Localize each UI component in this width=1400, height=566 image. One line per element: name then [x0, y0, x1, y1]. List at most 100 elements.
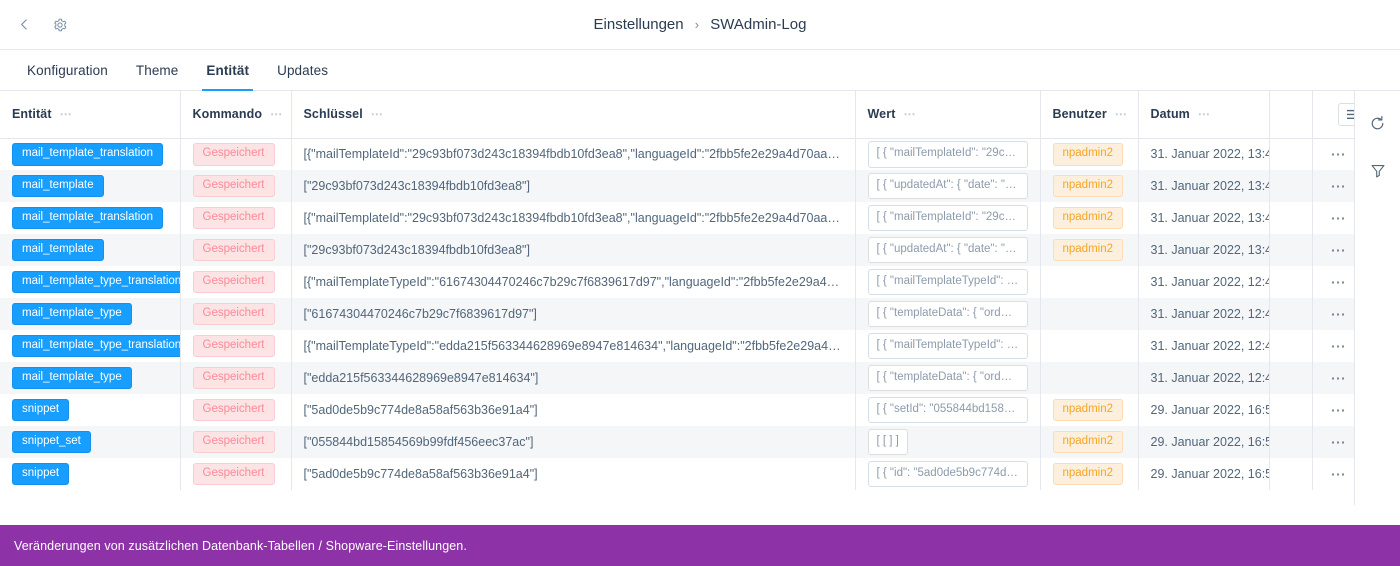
- cell-key: [{"mailTemplateTypeId":"edda215f56334462…: [291, 330, 856, 362]
- app-window: Einstellungen › SWAdmin-Log Konfiguratio…: [0, 0, 1400, 566]
- table-row[interactable]: mail_template Gespeichert ["29c93bf073d243…: [0, 170, 1354, 202]
- value-preview[interactable]: [ { "templateData": { "order": { "o…: [867, 364, 1028, 392]
- column-header-date-label: Datum: [1150, 107, 1190, 122]
- value-preview[interactable]: [ { "setId": "055844bd15854569b…: [867, 396, 1028, 424]
- column-menu-icon[interactable]: ⋯: [1198, 108, 1211, 120]
- cell-spacer: [1269, 298, 1313, 330]
- entity-badge: mail_template: [12, 238, 104, 262]
- row-context-menu-button[interactable]: ⋯: [1325, 467, 1353, 482]
- value-preview[interactable]: [ { "mailTemplateTypeId": "edda…: [867, 332, 1028, 360]
- cell-user: npadmin2: [1040, 170, 1139, 202]
- cell-date: 31. Januar 2022, 13:47: [1138, 202, 1270, 234]
- cell-date: 31. Januar 2022, 12:40: [1138, 298, 1270, 330]
- column-header-command[interactable]: Kommando ⋯: [180, 91, 292, 139]
- command-badge: Gespeichert: [192, 334, 275, 358]
- value-preview[interactable]: [ [ ] ]: [867, 428, 908, 456]
- value-preview[interactable]: [ { "templateData": { "order": { "o…: [867, 300, 1028, 328]
- table-row[interactable]: mail_template_type_translation Gespeicher…: [0, 330, 1354, 362]
- cell-date: 31. Januar 2022, 13:47: [1138, 138, 1270, 170]
- value-preview[interactable]: [ { "id": "5ad0de5b9c774de8a58…: [867, 460, 1028, 488]
- column-menu-icon[interactable]: ⋯: [1115, 108, 1128, 120]
- row-context-menu-button[interactable]: ⋯: [1325, 179, 1353, 194]
- user-badge: npadmin2: [1052, 462, 1124, 486]
- right-action-rail: [1355, 91, 1400, 505]
- entity-badge: mail_template_translation: [12, 143, 164, 166]
- cell-date: 31. Januar 2022, 13:47: [1138, 170, 1270, 202]
- row-context-menu-button[interactable]: ⋯: [1325, 403, 1353, 418]
- breadcrumb-parent[interactable]: Einstellungen: [594, 16, 684, 33]
- table-row[interactable]: snippet_set Gespeichert ["055844bd15854569…: [0, 426, 1354, 458]
- cell-actions: ⋯: [1312, 234, 1354, 266]
- table-row[interactable]: mail_template_type Gespeichert ["edda215f5…: [0, 362, 1354, 394]
- row-context-menu-button[interactable]: ⋯: [1325, 307, 1353, 322]
- cell-actions: ⋯: [1312, 362, 1354, 394]
- tab-entitaet[interactable]: Entität: [192, 50, 263, 91]
- table-row[interactable]: mail_template_translation Gespeichert [{"m…: [0, 138, 1354, 170]
- tab-theme[interactable]: Theme: [122, 50, 193, 90]
- cell-actions: ⋯: [1312, 426, 1354, 458]
- cell-spacer: [1269, 394, 1313, 426]
- cell-entity: mail_template_type_translation: [0, 330, 181, 362]
- column-menu-icon[interactable]: ⋯: [371, 108, 384, 120]
- cell-date: 31. Januar 2022, 13:47: [1138, 234, 1270, 266]
- row-context-menu-button[interactable]: ⋯: [1325, 339, 1353, 354]
- column-menu-icon[interactable]: ⋯: [60, 108, 73, 120]
- row-context-menu-button[interactable]: ⋯: [1325, 211, 1353, 226]
- tab-bar: Konfiguration Theme Entität Updates: [0, 50, 1400, 91]
- settings-button[interactable]: [46, 11, 74, 39]
- value-preview[interactable]: [ { "mailTemplateId": "29c93bf0…: [867, 204, 1028, 232]
- cell-user: npadmin2: [1040, 426, 1139, 458]
- column-header-value[interactable]: Wert ⋯: [855, 91, 1041, 139]
- row-context-menu-button[interactable]: ⋯: [1325, 435, 1353, 450]
- refresh-button[interactable]: [1365, 110, 1391, 136]
- user-badge: npadmin2: [1052, 430, 1124, 454]
- value-preview[interactable]: [ { "updatedAt": { "date": "2022-…: [867, 172, 1028, 200]
- cell-entity: mail_template: [0, 170, 181, 202]
- table-row[interactable]: mail_template_translation Gespeichert [{"m…: [0, 202, 1354, 234]
- cell-user: npadmin2: [1040, 202, 1139, 234]
- column-menu-icon[interactable]: ⋯: [903, 108, 916, 120]
- cell-date: 31. Januar 2022, 12:40: [1138, 330, 1270, 362]
- column-menu-icon[interactable]: ⋯: [270, 108, 283, 120]
- refresh-icon: [1371, 115, 1384, 129]
- cell-value: [ { "templateData": { "order": { "o…: [855, 298, 1041, 330]
- table-row[interactable]: snippet Gespeichert ["5ad0de5b9c774de8a58a…: [0, 458, 1354, 490]
- gear-icon: [54, 18, 67, 31]
- column-header-date[interactable]: Datum ⋯: [1138, 91, 1270, 139]
- cell-user: [1040, 330, 1139, 362]
- entity-log-table: Entität ⋯ Kommando ⋯ Schlüssel ⋯ Wert ⋯ …: [0, 91, 1354, 490]
- row-context-menu-button[interactable]: ⋯: [1325, 243, 1353, 258]
- cell-date: 29. Januar 2022, 16:51: [1138, 458, 1270, 490]
- command-badge: Gespeichert: [192, 206, 275, 230]
- tab-updates[interactable]: Updates: [263, 50, 342, 90]
- tab-konfiguration[interactable]: Konfiguration: [13, 50, 122, 90]
- row-context-menu-button[interactable]: ⋯: [1325, 275, 1353, 290]
- cell-key: ["5ad0de5b9c774de8a58af563b36e91a4"]: [291, 394, 856, 426]
- table-row[interactable]: mail_template_type_translation Gespeicher…: [0, 266, 1354, 298]
- entity-badge: snippet: [12, 398, 70, 422]
- filter-button[interactable]: [1365, 158, 1391, 184]
- command-badge: Gespeichert: [192, 430, 275, 454]
- column-header-entity[interactable]: Entität ⋯: [0, 91, 181, 139]
- value-preview[interactable]: [ { "mailTemplateId": "29c93bf0…: [867, 141, 1028, 168]
- entity-badge: mail_template_type: [12, 302, 132, 326]
- cell-value: [ { "updatedAt": { "date": "2022-…: [855, 234, 1041, 266]
- cell-value: [ { "mailTemplateTypeId": "6167…: [855, 266, 1041, 298]
- command-badge: Gespeichert: [192, 398, 275, 422]
- value-preview[interactable]: [ { "mailTemplateTypeId": "6167…: [867, 268, 1028, 296]
- row-context-menu-button[interactable]: ⋯: [1325, 371, 1353, 386]
- table-row[interactable]: snippet Gespeichert ["5ad0de5b9c774de8a58a…: [0, 394, 1354, 426]
- list-settings-icon: [1346, 109, 1354, 119]
- column-header-user[interactable]: Benutzer ⋯: [1040, 91, 1139, 139]
- column-settings-button[interactable]: [1338, 102, 1354, 126]
- content-area: Entität ⋯ Kommando ⋯ Schlüssel ⋯ Wert ⋯ …: [0, 91, 1400, 505]
- column-header-key[interactable]: Schlüssel ⋯: [291, 91, 856, 139]
- back-button[interactable]: [10, 11, 38, 39]
- table-row[interactable]: mail_template Gespeichert ["29c93bf073d243…: [0, 234, 1354, 266]
- table-row[interactable]: mail_template_type Gespeichert ["616743044…: [0, 298, 1354, 330]
- cell-value: [ { "setId": "055844bd15854569b…: [855, 394, 1041, 426]
- entity-badge: snippet: [12, 462, 70, 486]
- row-context-menu-button[interactable]: ⋯: [1325, 147, 1353, 162]
- value-preview[interactable]: [ { "updatedAt": { "date": "2022-…: [867, 236, 1028, 264]
- cell-value: [ { "mailTemplateTypeId": "edda…: [855, 330, 1041, 362]
